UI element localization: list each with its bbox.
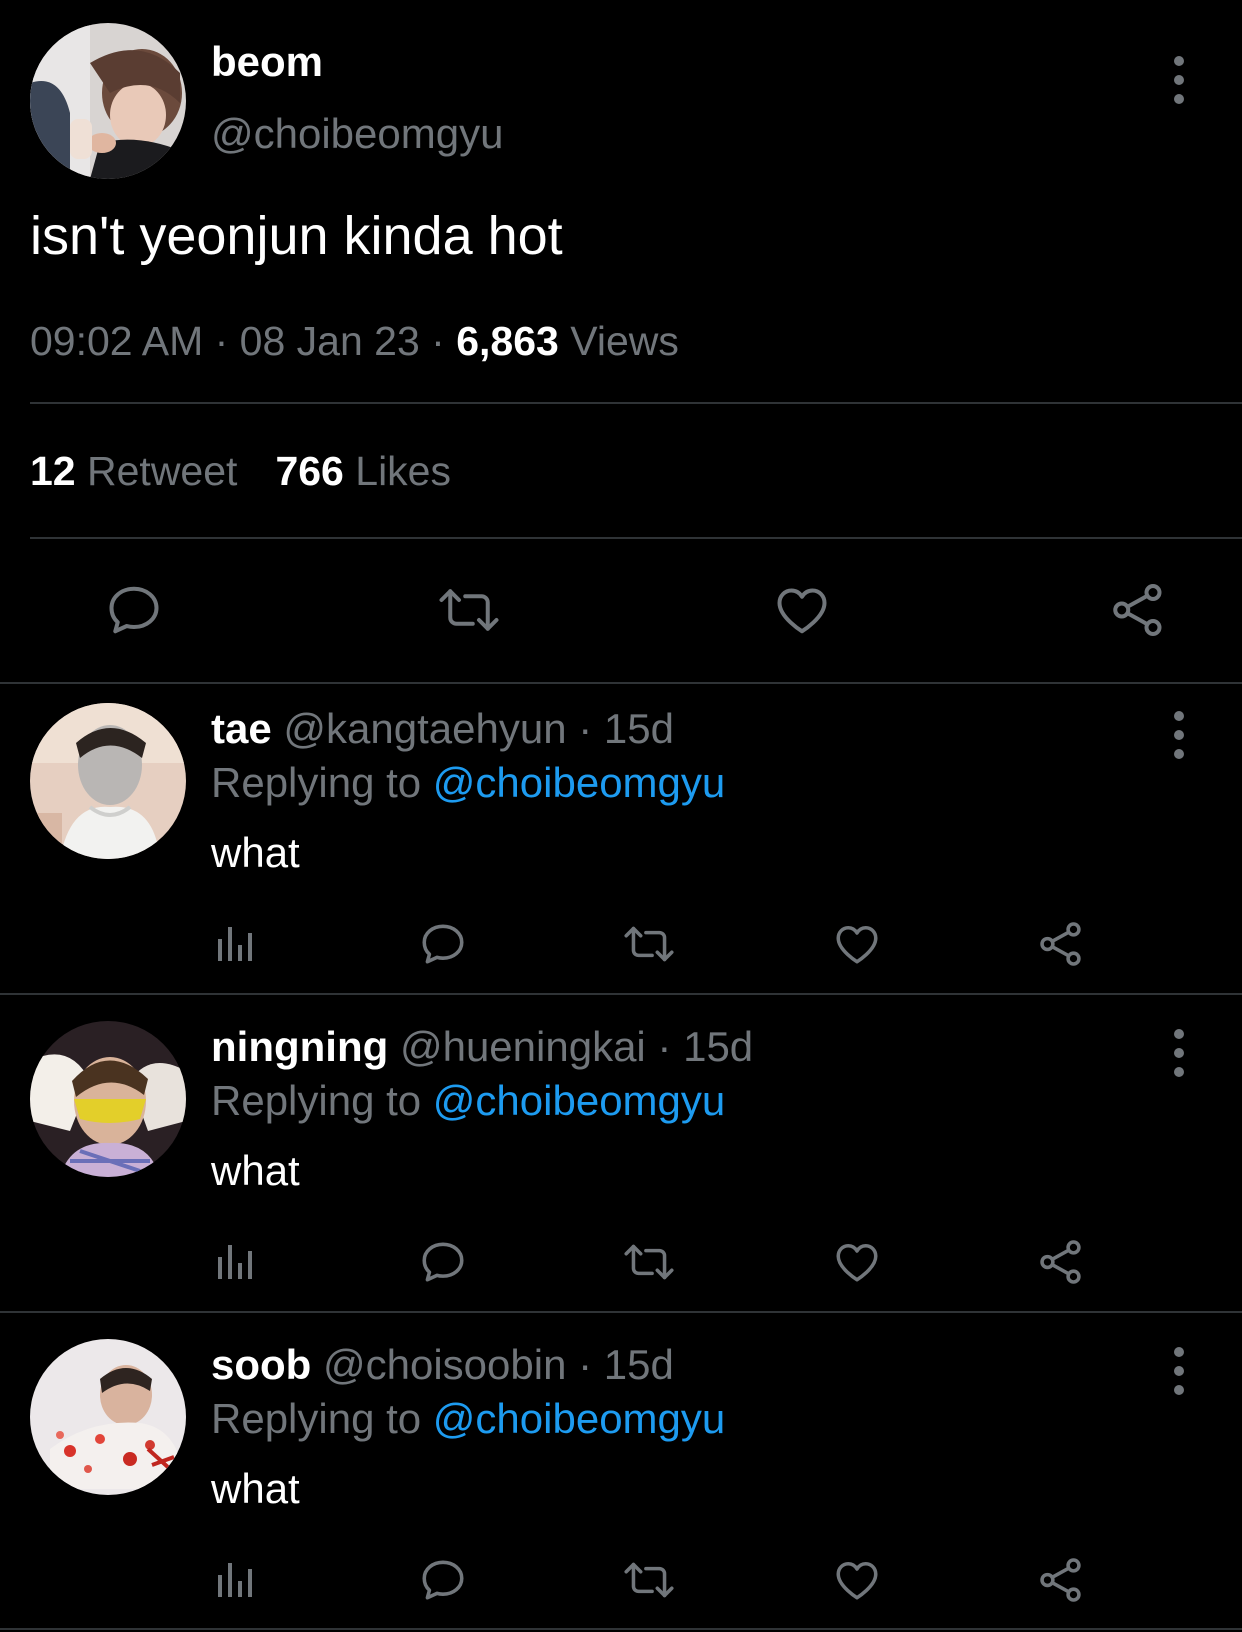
replying-prefix: Replying to — [211, 759, 422, 806]
reply-text: what — [211, 1147, 300, 1194]
author-name[interactable]: beom — [211, 38, 323, 86]
like-icon[interactable] — [832, 1555, 882, 1605]
replying-to: Replying to @choibeomgyu — [211, 1395, 725, 1443]
reply-icon[interactable] — [418, 1237, 468, 1287]
reply-age[interactable]: 15d — [604, 705, 674, 752]
retweet-label[interactable]: Retweet — [87, 448, 237, 494]
reply-avatar[interactable] — [30, 1021, 186, 1177]
reply-avatar[interactable] — [30, 1339, 186, 1495]
views-count: 6,863 — [456, 318, 559, 364]
reply-tweet[interactable]: tae @kangtaehyun · 15d Replying to @choi… — [0, 683, 1242, 1001]
retweet-icon[interactable] — [620, 1555, 678, 1605]
tweet-date: 08 Jan 23 — [239, 318, 420, 364]
like-icon[interactable] — [772, 580, 832, 640]
reply-author-name[interactable]: soob — [211, 1341, 311, 1388]
more-icon[interactable] — [1164, 1347, 1194, 1395]
avatar-photo — [30, 703, 186, 859]
reply-author-name[interactable]: tae — [211, 705, 272, 752]
author-handle[interactable]: @choibeomgyu — [211, 110, 503, 158]
share-icon[interactable] — [1036, 1555, 1086, 1605]
views-icon[interactable] — [216, 1559, 256, 1599]
divider — [0, 1311, 1242, 1313]
retweet-icon[interactable] — [620, 919, 678, 969]
more-icon[interactable] — [1164, 711, 1194, 759]
reply-header: ningning @hueningkai · 15d — [211, 1023, 754, 1070]
avatar-photo — [30, 1021, 186, 1177]
reply-icon[interactable] — [418, 919, 468, 969]
retweet-icon[interactable] — [620, 1237, 678, 1287]
share-icon[interactable] — [1108, 580, 1168, 640]
reply-icon[interactable] — [104, 580, 164, 640]
share-icon[interactable] — [1036, 919, 1086, 969]
retweet-icon[interactable] — [434, 580, 504, 640]
divider — [0, 1628, 1242, 1630]
reply-author-handle[interactable]: @kangtaehyun — [283, 705, 566, 752]
tweet-stats: 12 Retweet 766 Likes — [30, 448, 451, 495]
divider — [0, 993, 1242, 995]
views-label: Views — [570, 318, 679, 364]
reply-icon[interactable] — [418, 1555, 468, 1605]
reply-header: soob @choisoobin · 15d — [211, 1341, 674, 1388]
reply-author-handle[interactable]: @hueningkai — [400, 1023, 646, 1070]
views-icon[interactable] — [216, 923, 256, 963]
replying-prefix: Replying to — [211, 1395, 422, 1442]
divider — [30, 537, 1242, 539]
likes-label[interactable]: Likes — [355, 448, 451, 494]
reply-text: what — [211, 829, 300, 876]
more-icon[interactable] — [1164, 56, 1194, 104]
avatar-photo — [30, 1339, 186, 1495]
avatar-photo — [30, 23, 186, 179]
share-icon[interactable] — [1036, 1237, 1086, 1287]
reply-author-handle[interactable]: @choisoobin — [323, 1341, 566, 1388]
tweet-text: isn't yeonjun kinda hot — [30, 206, 563, 266]
likes-count[interactable]: 766 — [275, 448, 343, 494]
views-icon[interactable] — [216, 1241, 256, 1281]
reply-author-name[interactable]: ningning — [211, 1023, 388, 1070]
reply-text: what — [211, 1465, 300, 1512]
divider — [30, 402, 1242, 404]
tweet-meta: 09:02 AM · 08 Jan 23 · 6,863 Views — [30, 318, 679, 364]
replying-to: Replying to @choibeomgyu — [211, 1077, 725, 1125]
reply-avatar[interactable] — [30, 703, 186, 859]
retweet-count[interactable]: 12 — [30, 448, 76, 494]
reply-age[interactable]: 15d — [683, 1023, 753, 1070]
tweet-time: 09:02 AM — [30, 318, 204, 364]
replying-to: Replying to @choibeomgyu — [211, 759, 725, 807]
replying-prefix: Replying to — [211, 1077, 422, 1124]
reply-age[interactable]: 15d — [604, 1341, 674, 1388]
mention-link[interactable]: @choibeomgyu — [433, 1395, 725, 1442]
like-icon[interactable] — [832, 1237, 882, 1287]
more-icon[interactable] — [1164, 1029, 1194, 1077]
like-icon[interactable] — [832, 919, 882, 969]
mention-link[interactable]: @choibeomgyu — [433, 759, 725, 806]
main-avatar[interactable] — [30, 23, 186, 179]
reply-tweet[interactable]: soob @choisoobin · 15d Replying to @choi… — [0, 1319, 1242, 1632]
reply-header: tae @kangtaehyun · 15d — [211, 705, 674, 752]
reply-tweet[interactable]: ningning @hueningkai · 15d Replying to @… — [0, 1001, 1242, 1319]
mention-link[interactable]: @choibeomgyu — [433, 1077, 725, 1124]
